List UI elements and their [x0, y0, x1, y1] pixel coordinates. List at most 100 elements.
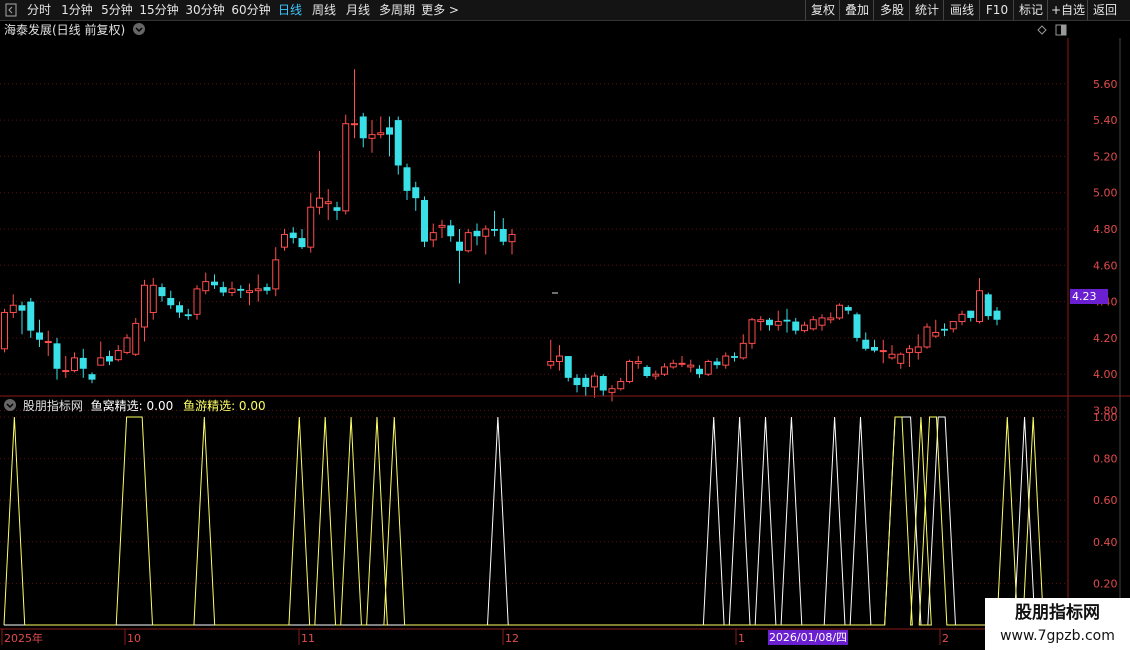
multi-stock-button[interactable]: 多股	[873, 0, 910, 20]
candle	[669, 359, 677, 369]
crosshair-date-tag: 2026/01/08/四	[768, 630, 848, 645]
candle	[211, 274, 218, 289]
collapse-icon[interactable]	[2, 0, 20, 20]
mark-button[interactable]: 标记	[1013, 0, 1048, 20]
period-tab-30min[interactable]: 30分钟	[183, 0, 227, 20]
candle-body	[377, 132, 385, 136]
x-tick-label: 10	[127, 632, 141, 645]
candle	[556, 345, 563, 371]
candle	[547, 339, 555, 369]
candle-body	[984, 294, 992, 317]
candle-body	[71, 357, 78, 372]
candle-body	[333, 207, 341, 211]
candle-body	[958, 313, 966, 323]
candle-body	[941, 328, 948, 331]
candle	[757, 316, 765, 331]
period-tab-monthly[interactable]: 月线	[343, 0, 373, 20]
stats-button[interactable]: 统计	[909, 0, 944, 20]
candle-body	[289, 232, 297, 239]
period-tab-60min[interactable]: 60分钟	[229, 0, 273, 20]
candle-body	[801, 324, 808, 332]
kline-chart[interactable]: 5.605.405.205.004.804.604.404.204.003.80…	[0, 0, 1130, 650]
candle	[412, 181, 420, 211]
period-tab-5min[interactable]: 5分钟	[98, 0, 136, 20]
candle	[652, 370, 660, 380]
candle-body	[53, 343, 61, 369]
indicator-dropdown-icon[interactable]	[4, 399, 16, 411]
candle-body	[582, 377, 590, 387]
candle-body	[324, 201, 332, 205]
candle-body	[246, 290, 253, 294]
period-tab-multi[interactable]: 多周期	[376, 0, 418, 20]
candle-body	[914, 346, 922, 353]
period-tab-weekly[interactable]: 周线	[309, 0, 339, 20]
y-tick-label: 1.00	[1093, 411, 1118, 424]
candle	[176, 301, 183, 318]
candle-body	[482, 228, 490, 237]
y-tick-label: 4.00	[1093, 368, 1118, 381]
add-favorite-button[interactable]: +自选	[1047, 0, 1088, 20]
candle	[809, 316, 817, 331]
candle	[281, 229, 288, 251]
candle-body	[368, 134, 376, 139]
dropdown-icon[interactable]	[133, 23, 146, 35]
candle-body	[219, 287, 227, 293]
overlay-button[interactable]: 叠加	[839, 0, 874, 20]
candle	[351, 69, 358, 139]
candle	[599, 374, 607, 396]
y-tick-label: 0.60	[1093, 494, 1118, 507]
adjust-button[interactable]: 复权	[805, 0, 840, 20]
candle	[783, 308, 791, 333]
y-tick-label: 5.00	[1093, 187, 1118, 200]
candle-body	[993, 310, 1001, 320]
candle-body	[456, 241, 463, 251]
candle-body	[818, 317, 826, 326]
candle	[44, 330, 52, 357]
candle-body	[359, 116, 367, 139]
candle	[219, 281, 227, 297]
candle	[906, 345, 913, 367]
candle	[617, 377, 625, 391]
candle	[263, 283, 271, 295]
candle	[932, 319, 940, 338]
candle	[289, 227, 297, 244]
candle	[307, 192, 315, 253]
candle	[473, 223, 481, 246]
candle	[792, 317, 800, 335]
candle-body	[36, 332, 43, 340]
period-tab-15min[interactable]: 15分钟	[137, 0, 181, 20]
candle-body	[263, 287, 271, 291]
candle	[976, 278, 983, 324]
candle-body	[748, 319, 756, 344]
candle	[687, 359, 695, 373]
period-tab-1min[interactable]: 1分钟	[58, 0, 96, 20]
candle	[368, 120, 376, 153]
watermark: 股朋指标网 www.7gpzb.com	[985, 598, 1130, 650]
candle-body	[447, 225, 455, 237]
candle	[818, 314, 826, 331]
candle	[359, 112, 367, 148]
candle-body	[473, 230, 481, 237]
layout-icons[interactable]	[1036, 22, 1070, 38]
candle	[508, 229, 516, 255]
candle-body	[853, 314, 861, 338]
candle-body	[687, 364, 695, 368]
candle-body	[298, 238, 306, 248]
period-tab-fenshi[interactable]: 分时	[24, 0, 54, 20]
candle	[228, 281, 236, 297]
candle	[79, 348, 87, 378]
candle	[626, 359, 633, 384]
candle-body	[429, 232, 437, 241]
f10-button[interactable]: F10	[979, 0, 1014, 20]
back-button[interactable]: 返回	[1087, 0, 1122, 20]
candle	[184, 308, 192, 320]
candle-body	[508, 233, 516, 243]
draw-line-button[interactable]: 画线	[943, 0, 980, 20]
period-tab-more[interactable]: 更多 >	[420, 0, 460, 20]
candle	[149, 278, 157, 320]
candle-body	[949, 321, 957, 330]
y-tick-label: 4.80	[1093, 223, 1118, 236]
candle-body	[739, 342, 747, 359]
x-tick-label: 2025年	[4, 631, 43, 645]
period-tab-daily[interactable]: 日线	[275, 0, 305, 20]
